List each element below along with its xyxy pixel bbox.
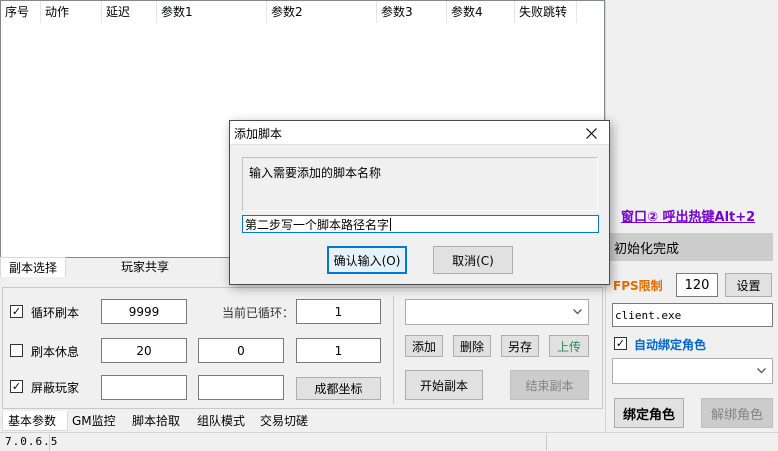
init-status-text: 初始化完成	[614, 241, 680, 257]
column-header-param3[interactable]: 参数3	[377, 1, 447, 23]
loop-label: 循环刷本	[31, 306, 80, 320]
column-header-fail-jump[interactable]: 失败跳转	[515, 1, 577, 23]
chevron-down-icon	[757, 368, 766, 374]
tab-gm-monitor[interactable]: GM监控	[72, 411, 128, 431]
rest-input-a[interactable]: 20	[101, 338, 187, 363]
init-status-panel: 初始化完成	[610, 233, 773, 261]
block-players-checkbox[interactable]: ✓	[10, 380, 23, 393]
tab-script-pickup[interactable]: 脚本拾取	[132, 411, 194, 431]
rest-checkbox[interactable]	[10, 344, 23, 357]
auto-bind-label: 自动绑定角色	[634, 338, 707, 352]
close-icon	[585, 127, 597, 139]
upload-script-button[interactable]: 上传	[549, 335, 589, 357]
settings-button[interactable]: 设置	[725, 273, 772, 297]
fps-label: FPS限制	[613, 279, 663, 293]
chengdu-coords-button[interactable]: 成都坐标	[296, 377, 381, 400]
tab-basic-params[interactable]: 基本参数	[2, 411, 68, 431]
chevron-down-icon	[573, 309, 582, 315]
block-input-a[interactable]	[101, 375, 187, 400]
dialog-close-button[interactable]	[573, 121, 609, 145]
process-name-text: client.exe	[615, 308, 682, 322]
character-select[interactable]	[612, 358, 773, 384]
dialog-confirm-button[interactable]: 确认输入(O)	[327, 246, 407, 274]
column-header-param4[interactable]: 参数4	[447, 1, 515, 23]
column-header-param2[interactable]: 参数2	[267, 1, 377, 23]
vertical-divider	[393, 296, 394, 404]
column-header-index[interactable]: 序号	[1, 1, 41, 23]
block-players-label: 屏蔽玩家	[31, 381, 80, 395]
tab-dungeon-select[interactable]: 副本选择	[0, 257, 66, 277]
rest-label: 刷本休息	[31, 345, 80, 359]
unbind-character-button[interactable]: 解绑角色	[701, 398, 773, 428]
loop-count-input[interactable]: 9999	[101, 299, 187, 324]
column-header-delay[interactable]: 延迟	[102, 1, 157, 23]
delete-script-button[interactable]: 删除	[453, 335, 491, 357]
save-as-script-button[interactable]: 另存	[501, 335, 539, 357]
tab-team-mode[interactable]: 组队模式	[197, 411, 257, 431]
end-dungeon-button[interactable]: 结束副本	[510, 370, 589, 400]
add-script-button[interactable]: 添加	[405, 335, 443, 357]
script-name-input[interactable]: 第二步写一个脚本路径名字	[242, 215, 599, 233]
script-name-input-text: 第二步写一个脚本路径名字	[245, 217, 390, 232]
script-select[interactable]	[405, 299, 589, 325]
start-dungeon-button[interactable]: 开始副本	[405, 370, 483, 400]
dialog-title-bar[interactable]: 添加脚本	[230, 121, 609, 145]
text-cursor	[390, 217, 392, 231]
dialog-cancel-button[interactable]: 取消(C)	[433, 246, 513, 274]
rest-input-b[interactable]: 0	[198, 338, 284, 363]
status-bar	[0, 432, 778, 451]
block-input-b[interactable]	[198, 375, 284, 400]
status-divider-1	[49, 434, 50, 450]
version-label: 7.0.6.5	[5, 435, 59, 448]
dialog-prompt-text: 输入需要添加的脚本名称	[249, 166, 382, 180]
current-loop-label: 当前已循环：	[222, 306, 295, 320]
tab-player-share[interactable]: 玩家共享	[118, 257, 188, 277]
bind-character-button[interactable]: 绑定角色	[614, 398, 684, 428]
dialog-prompt-box: 输入需要添加的脚本名称	[242, 157, 598, 211]
current-loop-value: 1	[296, 299, 381, 324]
rest-input-c[interactable]: 1	[296, 338, 381, 363]
tab-trade-duel[interactable]: 交易切磋	[260, 411, 320, 431]
process-name-input[interactable]: client.exe	[612, 303, 773, 327]
loop-checkbox[interactable]: ✓	[10, 305, 23, 318]
hotkey-link[interactable]: 窗口② 呼出热键Alt+2	[621, 206, 755, 225]
column-header-action[interactable]: 动作	[41, 1, 102, 23]
add-script-dialog: 添加脚本 输入需要添加的脚本名称 第二步写一个脚本路径名字 确认输入(O) 取消…	[229, 120, 610, 285]
fps-input[interactable]: 120	[676, 273, 718, 297]
column-header-param1[interactable]: 参数1	[157, 1, 267, 23]
dialog-title: 添加脚本	[234, 127, 283, 141]
auto-bind-checkbox[interactable]: ✓	[614, 337, 627, 350]
status-divider-2	[546, 434, 547, 450]
